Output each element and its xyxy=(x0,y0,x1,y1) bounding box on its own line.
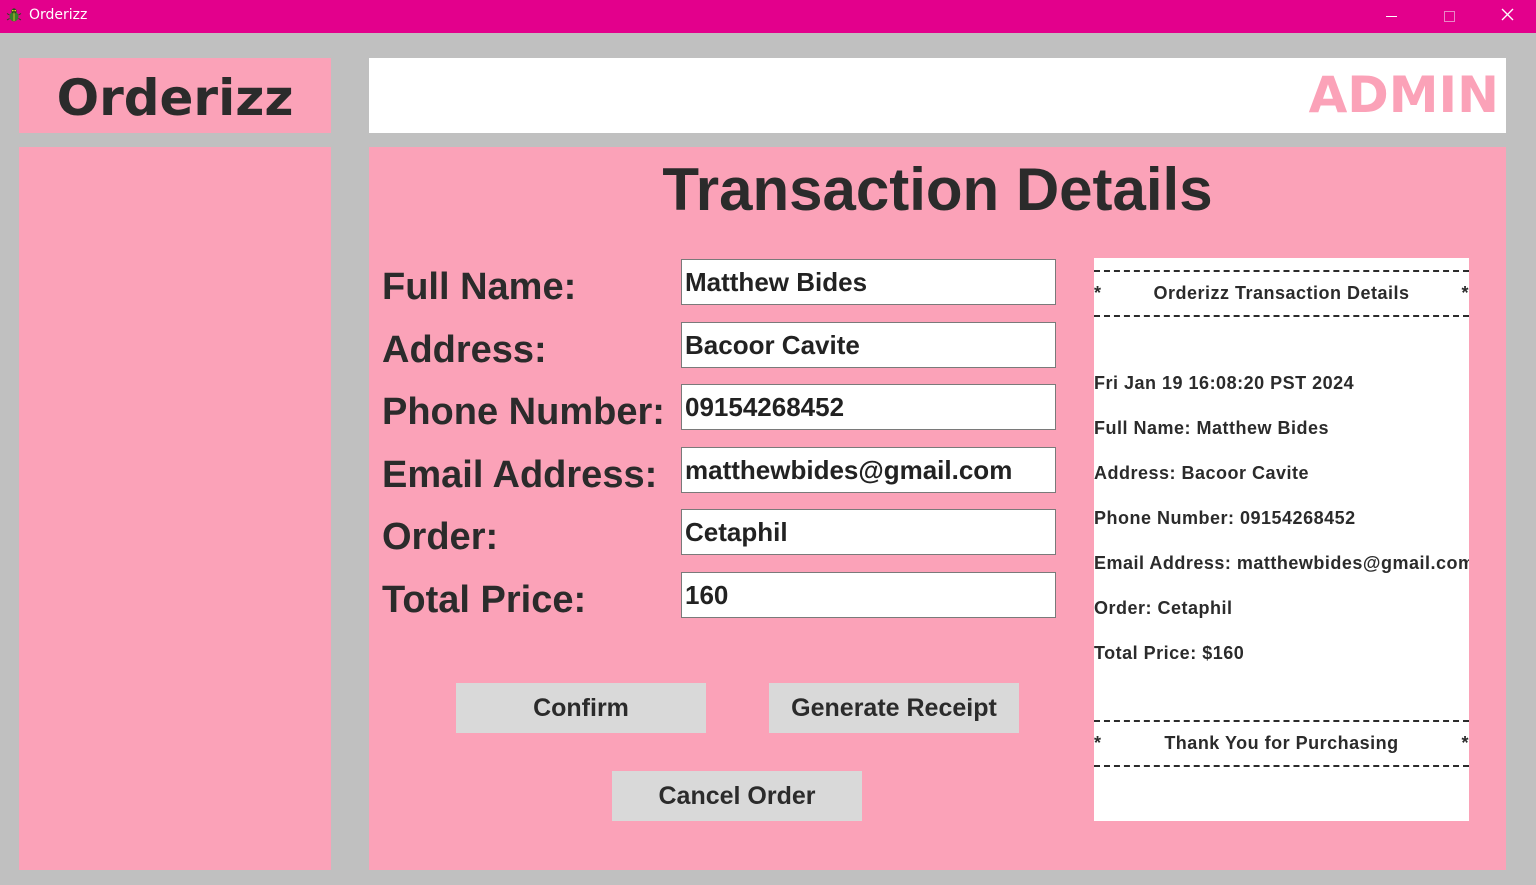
receipt-star: * xyxy=(1461,733,1469,753)
receipt-line: Phone Number: 09154268452 xyxy=(1094,508,1356,528)
transaction-panel: Transaction Details Full Name: Address: … xyxy=(369,147,1506,870)
user-role-label: ADMIN xyxy=(1308,66,1499,124)
full-name-label: Full Name: xyxy=(382,266,577,308)
logo-panel: Orderizz xyxy=(19,58,331,133)
confirm-button[interactable]: Confirm xyxy=(456,683,706,733)
maximize-button[interactable] xyxy=(1420,0,1478,33)
receipt-date: Fri Jan 19 16:08:20 PST 2024 xyxy=(1094,373,1355,393)
address-label: Address: xyxy=(382,329,547,371)
receipt-line: Order: Cetaphil xyxy=(1094,598,1233,618)
phone-number-field[interactable] xyxy=(681,384,1056,430)
receipt-line: Full Name: Matthew Bides xyxy=(1094,418,1330,438)
receipt-star: * xyxy=(1461,283,1469,303)
receipt-line: Email Address: matthewbides@gmail.com xyxy=(1094,553,1469,573)
receipt-panel: * Orderizz Transaction Details * Fri Jan… xyxy=(1094,258,1469,821)
phone-number-label: Phone Number: xyxy=(382,391,665,433)
close-icon xyxy=(1501,8,1514,26)
generate-receipt-button[interactable]: Generate Receipt xyxy=(769,683,1019,733)
total-price-label: Total Price: xyxy=(382,579,587,621)
total-price-field[interactable] xyxy=(681,572,1056,618)
receipt-line: Address: Bacoor Cavite xyxy=(1094,463,1310,483)
receipt-divider xyxy=(1094,270,1469,272)
receipt-header-row: * Orderizz Transaction Details * xyxy=(1094,283,1469,305)
cancel-order-button[interactable]: Cancel Order xyxy=(612,771,862,821)
app-bug-icon xyxy=(6,7,22,23)
receipt-divider xyxy=(1094,315,1469,317)
sidebar xyxy=(19,147,331,870)
address-field[interactable] xyxy=(681,322,1056,368)
receipt-line: Total Price: $160 xyxy=(1094,643,1245,663)
window-title: Orderizz xyxy=(29,7,88,23)
receipt-divider xyxy=(1094,720,1469,722)
receipt-footer: Thank You for Purchasing xyxy=(1164,733,1399,753)
order-field[interactable] xyxy=(681,509,1056,555)
full-name-field[interactable] xyxy=(681,259,1056,305)
title-bar: Orderizz xyxy=(0,0,1536,33)
header-bar: ADMIN xyxy=(369,58,1506,133)
email-field[interactable] xyxy=(681,447,1056,493)
minimize-button[interactable] xyxy=(1362,0,1420,33)
maximize-icon xyxy=(1443,11,1455,22)
minimize-icon xyxy=(1385,16,1397,17)
page-title: Transaction Details xyxy=(662,156,1213,223)
app-logo: Orderizz xyxy=(56,69,294,127)
receipt-divider xyxy=(1094,765,1469,767)
close-button[interactable] xyxy=(1478,0,1536,33)
receipt-header: Orderizz Transaction Details xyxy=(1153,283,1410,303)
email-address-label: Email Address: xyxy=(382,454,658,496)
receipt-footer-row: * Thank You for Purchasing * xyxy=(1094,733,1469,755)
order-label: Order: xyxy=(382,516,499,558)
